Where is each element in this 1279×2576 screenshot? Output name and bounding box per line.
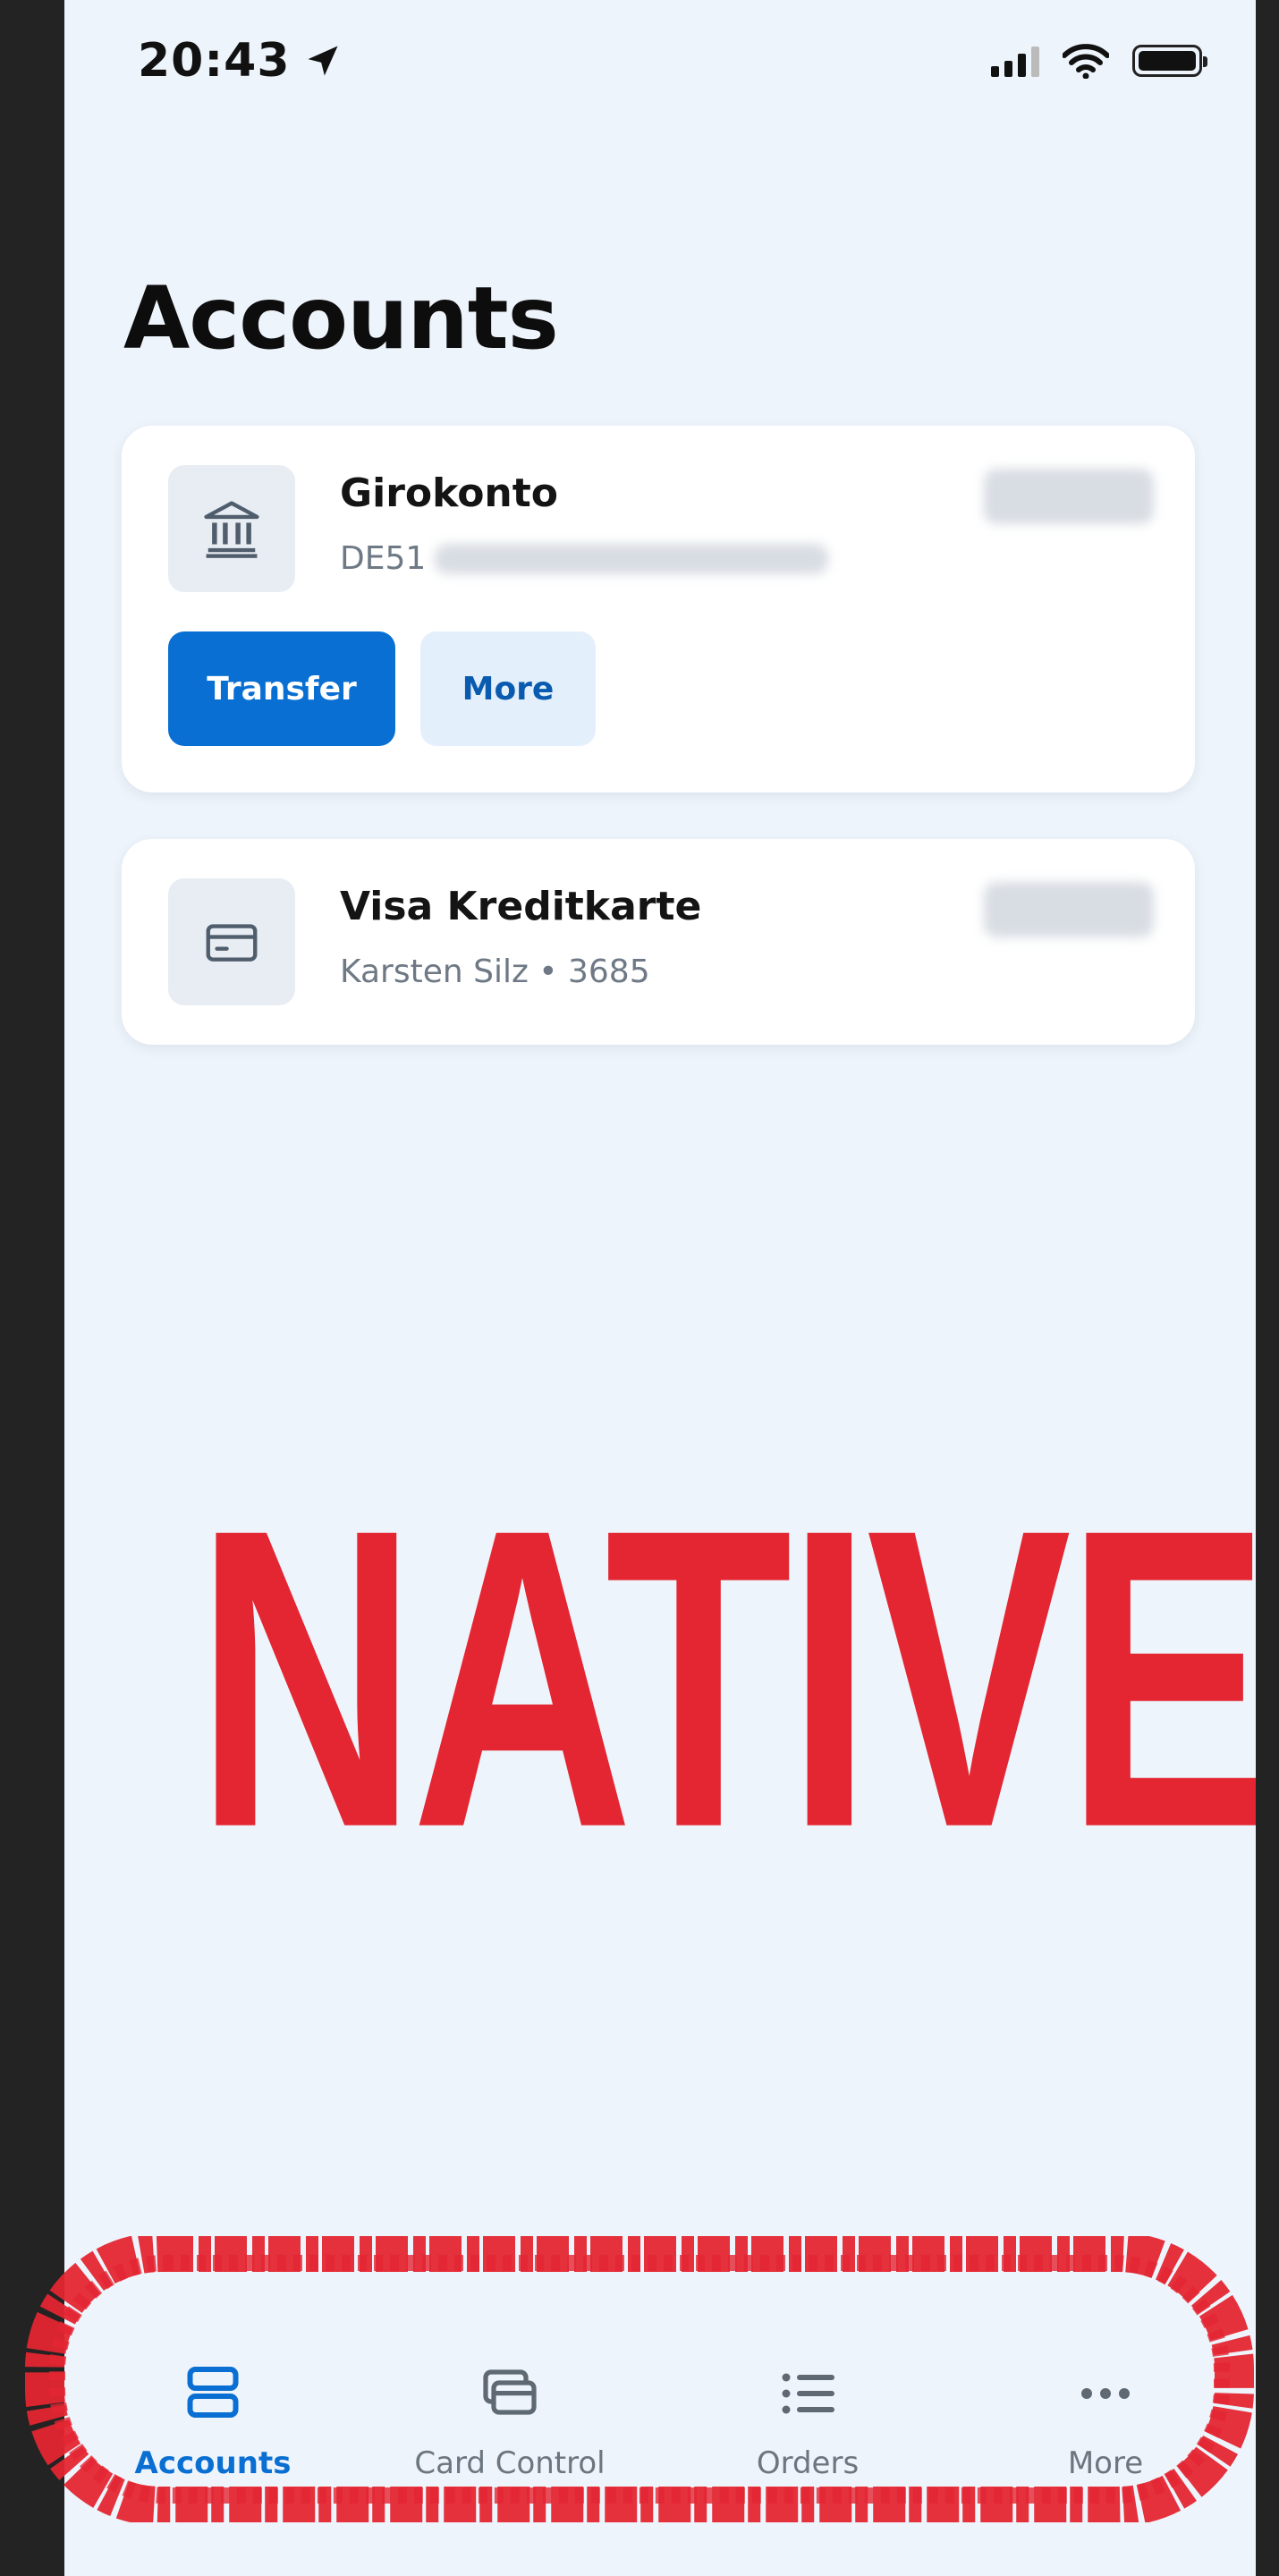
- status-icons: [991, 43, 1207, 79]
- bottom-tab-bar: Accounts Card Control Orders More: [64, 2308, 1256, 2487]
- list-icon: [782, 2373, 834, 2414]
- status-time: 20:43: [138, 34, 343, 88]
- native-overlay-label: NATIVE: [195, 1441, 1256, 1917]
- tab-label: More: [1067, 2445, 1144, 2481]
- account-name: Girokonto: [340, 470, 559, 516]
- credit-card-icon: [168, 878, 295, 1005]
- account-balance-redacted: [984, 469, 1154, 524]
- account-iban: DE51: [340, 540, 829, 577]
- card-detail: Karsten Silz • 3685: [340, 953, 650, 990]
- tab-label: Card Control: [414, 2445, 606, 2481]
- tab-accounts[interactable]: Accounts: [79, 2361, 347, 2481]
- battery-icon: [1132, 45, 1207, 77]
- tab-label: Accounts: [134, 2445, 292, 2481]
- card-control-icon: [483, 2369, 537, 2415]
- tab-more[interactable]: More: [971, 2361, 1240, 2481]
- tab-orders[interactable]: Orders: [673, 2361, 942, 2481]
- app-screen: 20:43 Accounts Girokonto DE51 Transfer M…: [64, 0, 1256, 2576]
- bank-icon: [168, 465, 295, 592]
- account-name: Visa Kreditkarte: [340, 884, 702, 929]
- iban-prefix: DE51: [340, 540, 427, 577]
- iban-redacted: [435, 543, 829, 574]
- card-balance-redacted: [984, 882, 1154, 937]
- more-dots-icon: [1081, 2388, 1130, 2399]
- status-time-label: 20:43: [138, 34, 291, 88]
- location-arrow-icon: [308, 46, 338, 76]
- more-button[interactable]: More: [420, 631, 596, 746]
- transfer-button[interactable]: Transfer: [168, 631, 395, 746]
- accounts-icon: [187, 2367, 239, 2418]
- tab-card-control[interactable]: Card Control: [376, 2361, 644, 2481]
- wifi-icon: [1063, 44, 1109, 79]
- cellular-signal-icon: [991, 45, 1039, 77]
- tab-label: Orders: [756, 2445, 860, 2481]
- page-title: Accounts: [123, 268, 559, 369]
- account-card-visa[interactable]: Visa Kreditkarte Karsten Silz • 3685: [122, 839, 1195, 1045]
- account-card-girokonto[interactable]: Girokonto DE51 Transfer More: [122, 426, 1195, 792]
